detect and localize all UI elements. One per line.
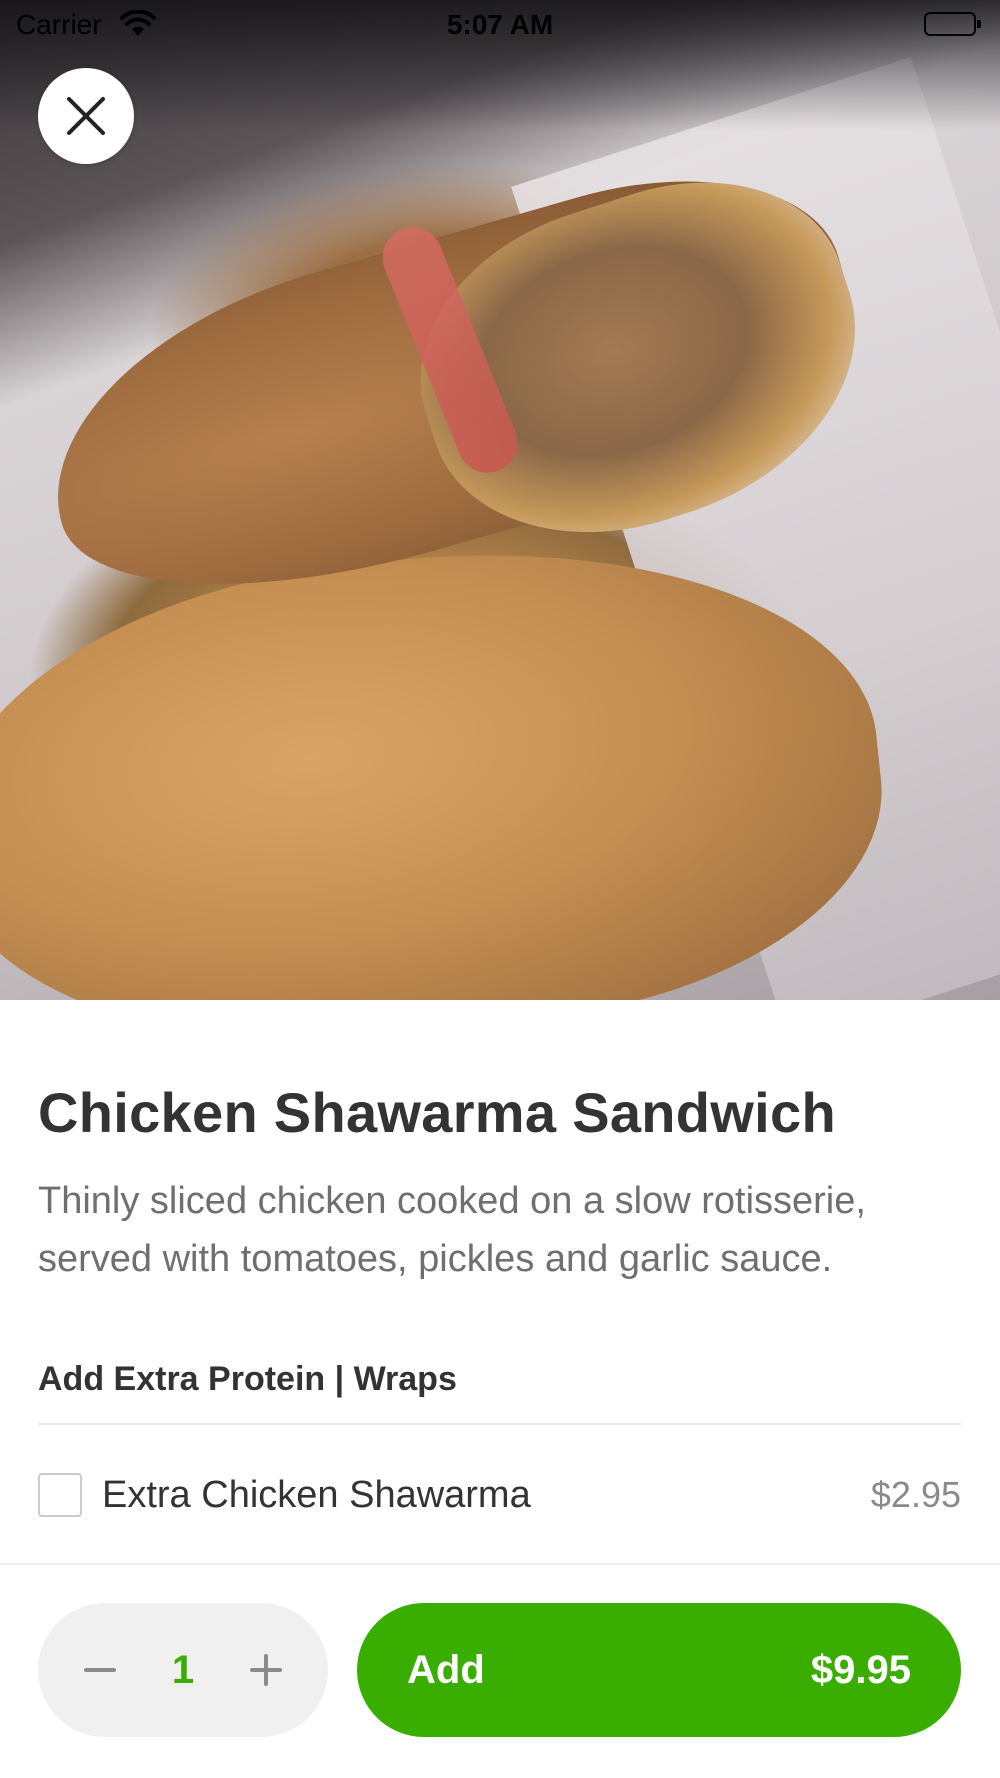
- quantity-stepper: 1: [38, 1603, 328, 1737]
- status-time: 5:07 AM: [446, 9, 554, 40]
- close-icon: [67, 97, 105, 135]
- option-price: $2.95: [870, 1474, 961, 1515]
- plus-icon: [250, 1654, 282, 1686]
- close-button[interactable]: [38, 68, 134, 164]
- footer-divider: [0, 1563, 1000, 1565]
- add-to-order-button[interactable]: Add $9.95: [357, 1603, 961, 1737]
- battery-icon: [924, 12, 981, 36]
- add-button-label: Add: [407, 1647, 485, 1692]
- item-photo: [0, 0, 1000, 1000]
- option-checkbox[interactable]: [38, 1473, 82, 1517]
- options-section-heading: Add Extra Protein | Wraps: [38, 1360, 457, 1398]
- item-title: Chicken Shawarma Sandwich: [38, 1081, 836, 1144]
- increase-quantity-button[interactable]: [244, 1648, 288, 1692]
- minus-icon: [84, 1668, 116, 1672]
- decrease-quantity-button[interactable]: [78, 1648, 122, 1692]
- status-bar: Carrier 5:07 AM: [0, 0, 1000, 50]
- add-button-price: $9.95: [810, 1647, 911, 1692]
- section-divider: [38, 1423, 961, 1425]
- quantity-value: 1: [171, 1647, 195, 1692]
- option-row-extra-chicken[interactable]: Extra Chicken Shawarma $2.95: [38, 1470, 961, 1520]
- option-label: Extra Chicken Shawarma: [102, 1473, 531, 1516]
- item-description: Thinly sliced chicken cooked on a slow r…: [38, 1180, 866, 1280]
